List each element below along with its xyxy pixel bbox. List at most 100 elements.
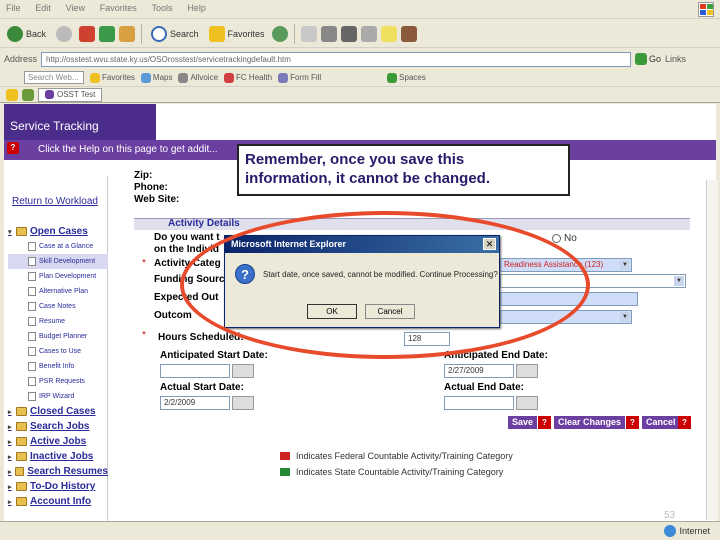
tree-item[interactable]: Budget Planner [8, 329, 108, 344]
star-icon [90, 72, 100, 83]
links-allvoice[interactable]: Allvoice [178, 72, 218, 83]
tree-item[interactable]: Cases to Use [8, 344, 108, 359]
return-to-workload-link[interactable]: Return to Workload [12, 196, 98, 207]
links-maps[interactable]: Maps [140, 72, 172, 83]
expand-icon[interactable]: ▸ [8, 438, 13, 446]
spaces-icon [387, 72, 398, 83]
anticipated-start-input[interactable] [160, 364, 230, 378]
state-legend-swatch [280, 468, 290, 476]
links-spaces[interactable]: Spaces [387, 72, 426, 83]
document-icon [28, 362, 36, 371]
cancel-button[interactable]: Cancel [642, 416, 680, 429]
calendar-icon[interactable] [516, 396, 538, 410]
actual-end-input[interactable] [444, 396, 514, 410]
website-label: Web Site: [134, 194, 180, 205]
tab-osst-test[interactable]: OSST Test [38, 87, 103, 102]
expand-icon[interactable]: ▸ [8, 498, 13, 506]
vertical-scrollbar[interactable] [706, 180, 718, 520]
calendar-icon[interactable] [232, 364, 254, 378]
go-button[interactable]: Go [635, 53, 661, 65]
edit-icon[interactable] [340, 25, 357, 42]
links-formfill[interactable]: Form Fill [278, 72, 321, 83]
calendar-icon[interactable] [516, 364, 538, 378]
research-icon[interactable] [400, 25, 417, 42]
globe-icon [664, 525, 677, 537]
no-radio[interactable] [552, 234, 561, 243]
tree-item[interactable]: ▸ Search Jobs [8, 419, 108, 434]
tree-item[interactable]: ▸ Search Resumes [8, 464, 108, 479]
links-label[interactable]: Links [665, 54, 686, 64]
tree-item[interactable]: Case at a Glance [8, 239, 108, 254]
tree-item[interactable]: ▸ Closed Cases [8, 404, 108, 419]
back-button[interactable]: Back [4, 25, 49, 42]
actual-start-input[interactable]: 2/2/2009 [160, 396, 230, 410]
tree-item[interactable]: Case Notes [8, 299, 108, 314]
expand-icon[interactable]: ▾ [8, 228, 13, 236]
anticipated-end-input[interactable]: 2/27/2009 [444, 364, 514, 378]
menu-file[interactable]: File [0, 0, 27, 13]
menu-view[interactable]: View [60, 0, 91, 13]
help-question-icon[interactable]: ? [7, 142, 19, 154]
add-favorite-icon[interactable] [22, 88, 34, 101]
expand-icon[interactable]: ▸ [8, 453, 13, 461]
forward-button[interactable] [53, 25, 75, 42]
tree-item[interactable]: Plan Development [8, 269, 108, 284]
voice-icon [178, 72, 189, 83]
tree-item[interactable]: ▸ Active Jobs [8, 434, 108, 449]
save-button[interactable]: Save [508, 416, 538, 429]
cancel-help-icon[interactable]: ? [678, 416, 691, 429]
tree-item[interactable]: Resume [8, 314, 108, 329]
menu-favorites[interactable]: Favorites [94, 0, 143, 13]
clear-help-icon[interactable]: ? [626, 416, 639, 429]
tree-item[interactable]: PSR Requests [8, 374, 108, 389]
address-input[interactable]: http://osstest.wvu.state.ky.us/OSOrosste… [41, 51, 632, 67]
mail-icon[interactable] [300, 25, 317, 42]
discuss-icon[interactable] [360, 25, 377, 42]
tree-item[interactable]: Benefit Info [8, 359, 108, 374]
notes-icon[interactable] [380, 25, 397, 42]
tree-item[interactable]: Alternative Plan [8, 284, 108, 299]
tree-item-label: Skill Development [39, 258, 96, 265]
expand-icon[interactable]: ▸ [8, 408, 13, 416]
expand-icon[interactable]: ▸ [8, 423, 13, 431]
status-zone: Internet [664, 525, 710, 537]
links-favorites[interactable]: Favorites [90, 72, 135, 83]
tree-item-label: Active Jobs [30, 436, 87, 447]
banner-title: Service Tracking [4, 104, 156, 140]
favorites-star-icon[interactable] [6, 88, 18, 101]
calendar-icon[interactable] [232, 396, 254, 410]
menu-help[interactable]: Help [181, 0, 212, 13]
tree-item-label: Open Cases [30, 226, 88, 237]
tree-item[interactable]: IRP Wizard [8, 389, 108, 404]
tree-item[interactable]: ▸ Inactive Jobs [8, 449, 108, 464]
search-button[interactable]: Search [148, 25, 202, 42]
favorites-button[interactable]: Favorites [206, 25, 268, 42]
history-icon[interactable] [271, 25, 288, 42]
document-icon [28, 392, 36, 401]
refresh-icon[interactable] [99, 25, 116, 42]
menu-tools[interactable]: Tools [146, 0, 179, 13]
tree-item-label: Search Resumes [27, 466, 108, 477]
tree-item[interactable]: ▸ To-Do History [8, 479, 108, 494]
search-web-input[interactable]: Search Web... [24, 71, 84, 84]
document-icon [28, 302, 36, 311]
clear-changes-button[interactable]: Clear Changes [554, 416, 626, 429]
links-health[interactable]: FC Health [224, 72, 272, 83]
stop-icon[interactable] [79, 25, 96, 42]
annotation-callout: Remember, once you save this information… [237, 144, 570, 196]
menu-edit[interactable]: Edit [29, 0, 57, 13]
actual-end-label: Actual End Date: [444, 382, 525, 393]
tree-item[interactable]: Skill Development [8, 254, 108, 269]
expand-icon[interactable]: ▸ [8, 468, 12, 476]
save-help-icon[interactable]: ? [538, 416, 551, 429]
health-icon [224, 72, 235, 83]
tree-item[interactable]: ▾ Open Cases [8, 224, 108, 239]
activity-details-title: Activity Details [168, 218, 240, 229]
tree-item[interactable]: ▸ Account Info [8, 494, 108, 509]
print-icon[interactable] [320, 25, 337, 42]
home-icon[interactable] [119, 25, 136, 42]
tree-item-label: Search Jobs [30, 421, 90, 432]
tree-item-label: Benefit Info [39, 363, 75, 370]
expand-icon[interactable]: ▸ [8, 483, 13, 491]
tree-item-label: Case Notes [39, 303, 76, 310]
